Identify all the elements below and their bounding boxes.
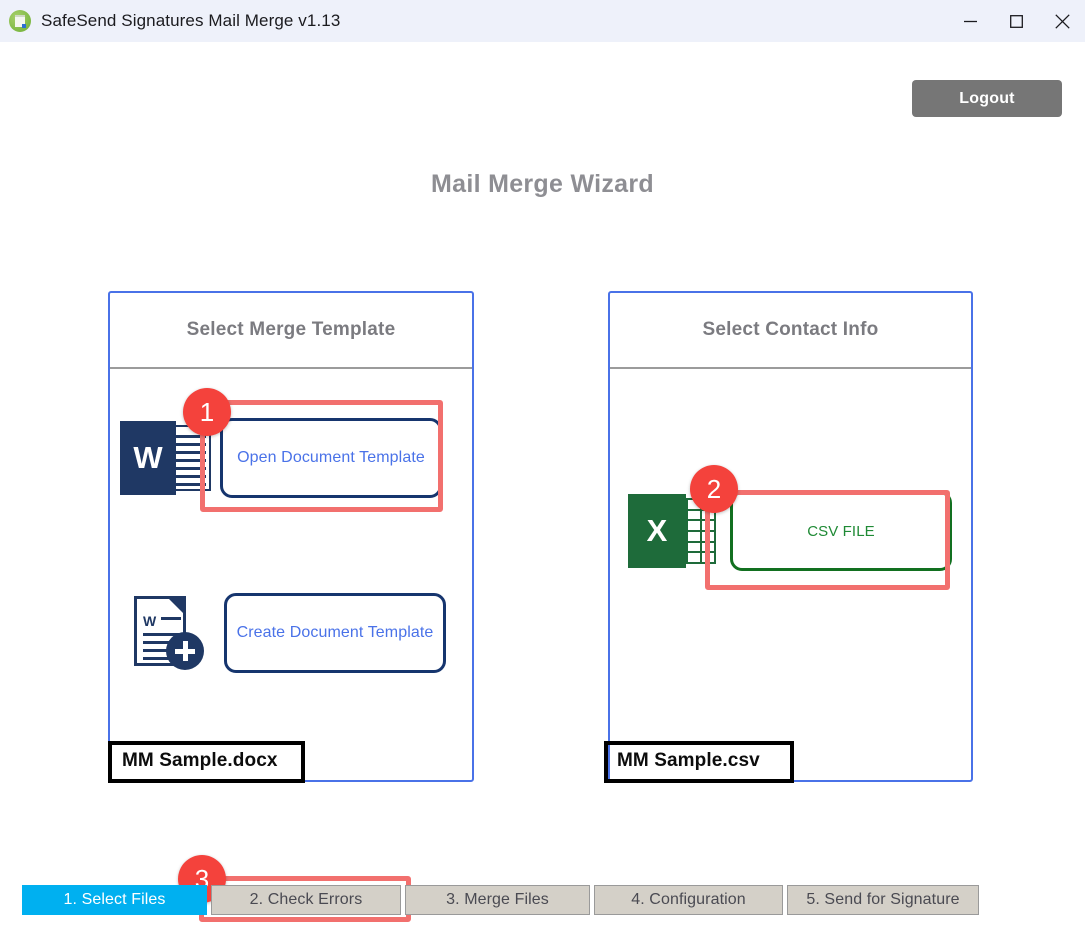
excel-spreadsheet-icon: X	[628, 494, 718, 568]
title-bar: SafeSend Signatures Mail Merge v1.13	[0, 0, 1085, 42]
page-title: Mail Merge Wizard	[0, 170, 1085, 199]
word-document-icon: W	[120, 421, 212, 495]
word-letter: W	[120, 421, 176, 495]
plus-icon	[166, 632, 204, 670]
tab-merge-files[interactable]: 3. Merge Files	[405, 885, 590, 915]
tab-configuration[interactable]: 4. Configuration	[594, 885, 783, 915]
select-merge-template-panel: Select Merge Template W Open Document Te…	[108, 291, 474, 782]
close-icon[interactable]	[1039, 0, 1085, 42]
csv-file-row: X CSV FILE	[628, 491, 952, 571]
excel-letter: X	[628, 494, 686, 568]
create-template-row: W Create Document Template	[120, 593, 446, 673]
open-template-row: W Open Document Template	[120, 418, 442, 498]
window-title: SafeSend Signatures Mail Merge v1.13	[41, 11, 340, 31]
tab-check-errors[interactable]: 2. Check Errors	[211, 885, 401, 915]
create-document-template-button[interactable]: Create Document Template	[224, 593, 446, 673]
panel-title-left: Select Merge Template	[110, 293, 472, 369]
select-contact-info-panel: Select Contact Info X CSV FILE	[608, 291, 973, 782]
maximize-icon[interactable]	[993, 0, 1039, 42]
csv-file-button[interactable]: CSV FILE	[730, 491, 952, 571]
logout-button[interactable]: Logout	[912, 80, 1062, 117]
word-new-document-icon: W	[120, 594, 212, 672]
tab-select-files[interactable]: 1. Select Files	[22, 885, 207, 915]
open-document-template-button[interactable]: Open Document Template	[220, 418, 442, 498]
selected-contact-filename: MM Sample.csv	[617, 750, 760, 772]
app-icon	[9, 10, 31, 32]
tab-send-for-signature[interactable]: 5. Send for Signature	[787, 885, 979, 915]
window-controls	[947, 0, 1085, 42]
selected-template-filename: MM Sample.docx	[122, 750, 278, 772]
minimize-icon[interactable]	[947, 0, 993, 42]
panel-title-right: Select Contact Info	[610, 293, 971, 369]
wizard-step-tabs: 1. Select Files 2. Check Errors 3. Merge…	[22, 885, 979, 915]
